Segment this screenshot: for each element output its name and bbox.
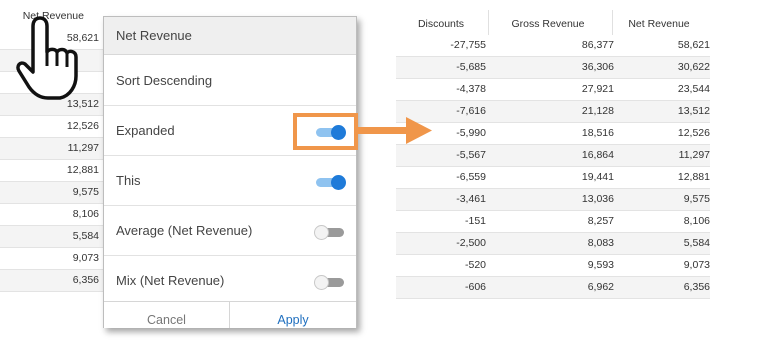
- table-cell: -27,755: [450, 39, 486, 51]
- table-cell: 9,575: [683, 193, 710, 205]
- table-cell: -5,685: [456, 61, 486, 73]
- table-row: -27,755 86,377 58,621: [396, 35, 710, 57]
- table-cell: -3,461: [456, 193, 486, 205]
- highlight-box: [293, 113, 358, 150]
- option-label: This: [116, 173, 141, 188]
- table-row: 11,297: [0, 138, 104, 160]
- table-cell: 21,128: [581, 105, 614, 117]
- table-row: -606 6,962 6,356: [396, 277, 710, 299]
- table-row: -2,500 8,083 5,584: [396, 233, 710, 255]
- table-cell: -2,500: [456, 237, 486, 249]
- toggle-knob: [314, 275, 329, 290]
- table-cell: -5,567: [456, 149, 486, 161]
- option-average: Average (Net Revenue): [104, 206, 356, 256]
- this-toggle[interactable]: [314, 175, 346, 190]
- table-row: 6,356: [0, 270, 104, 292]
- table-cell: 8,257: [587, 215, 614, 227]
- table-cell: 9,073: [683, 259, 710, 271]
- sort-descending-option[interactable]: Sort Descending: [104, 56, 356, 106]
- table-cell: -606: [464, 281, 486, 293]
- table-cell: 5,584: [683, 237, 710, 249]
- option-label: Mix (Net Revenue): [116, 273, 225, 288]
- table-cell: 19,441: [581, 171, 614, 183]
- arrow-right-icon: [356, 117, 432, 144]
- table-cell: -520: [464, 259, 486, 271]
- header-net-revenue[interactable]: Net Revenue: [612, 10, 706, 35]
- table-row: -5,567 16,864 11,297: [396, 145, 710, 167]
- table-row: -520 9,593 9,073: [396, 255, 710, 277]
- option-this: This: [104, 156, 356, 206]
- table-row: -5,685 36,306 30,622: [396, 57, 710, 79]
- table-cell: 12,526: [677, 127, 710, 139]
- table-cell: 86,377: [581, 39, 614, 51]
- table-cell: 16,864: [581, 149, 614, 161]
- table-cell: 11,297: [678, 149, 710, 161]
- table-cell: 58,621: [677, 39, 710, 51]
- table-cell: 13,512: [677, 105, 710, 117]
- table-row: -3,461 13,036 9,575: [396, 189, 710, 211]
- table-cell: 18,516: [581, 127, 614, 139]
- header-gross-revenue[interactable]: Gross Revenue: [488, 10, 608, 35]
- table-row: 5,584: [0, 226, 104, 248]
- toggle-knob: [314, 225, 329, 240]
- average-toggle[interactable]: [314, 225, 346, 240]
- table-cell: 12,881: [677, 171, 710, 183]
- sort-descending-label: Sort Descending: [116, 73, 213, 88]
- table-cell: 6,962: [587, 281, 614, 293]
- option-label: Average (Net Revenue): [116, 223, 253, 238]
- table-row: 12,526: [0, 116, 104, 138]
- table-cell: 30,622: [677, 61, 710, 73]
- table-row: 8,106: [0, 204, 104, 226]
- popup-footer: Cancel Apply: [104, 301, 356, 328]
- option-mix: Mix (Net Revenue): [104, 256, 356, 306]
- toggle-knob: [331, 175, 346, 190]
- table-row: -6,559 19,441 12,881: [396, 167, 710, 189]
- table-row: -4,378 27,921 23,544: [396, 79, 710, 101]
- table-cell: 6,356: [683, 281, 710, 293]
- table-cell: -6,559: [456, 171, 486, 183]
- table-cell: -4,378: [456, 83, 486, 95]
- table-row: 9,073: [0, 248, 104, 270]
- table-cell: -151: [464, 215, 486, 227]
- table-row: 9,575: [0, 182, 104, 204]
- popup-title: Net Revenue: [104, 17, 356, 55]
- table-row: -7,616 21,128 13,512: [396, 101, 710, 123]
- table-row: -5,990 18,516 12,526: [396, 123, 710, 145]
- option-label: Expanded: [116, 123, 175, 138]
- table-cell: 8,106: [683, 215, 710, 227]
- table-cell: 13,036: [581, 193, 614, 205]
- table-cell: 9,593: [587, 259, 614, 271]
- table-cell: 23,544: [677, 83, 710, 95]
- table-cell: 27,921: [581, 83, 614, 95]
- apply-button[interactable]: Apply: [230, 302, 356, 328]
- cancel-button[interactable]: Cancel: [104, 302, 230, 328]
- hand-pointer-icon: [16, 16, 78, 100]
- column-options-popup: Net Revenue Sort Descending Expanded Thi…: [103, 16, 357, 328]
- mix-toggle[interactable]: [314, 275, 346, 290]
- table-row: -151 8,257 8,106: [396, 211, 710, 233]
- table-cell: 36,306: [581, 61, 614, 73]
- table-cell: 8,083: [587, 237, 614, 249]
- table-row: 12,881: [0, 160, 104, 182]
- header-discounts[interactable]: Discounts: [396, 10, 486, 35]
